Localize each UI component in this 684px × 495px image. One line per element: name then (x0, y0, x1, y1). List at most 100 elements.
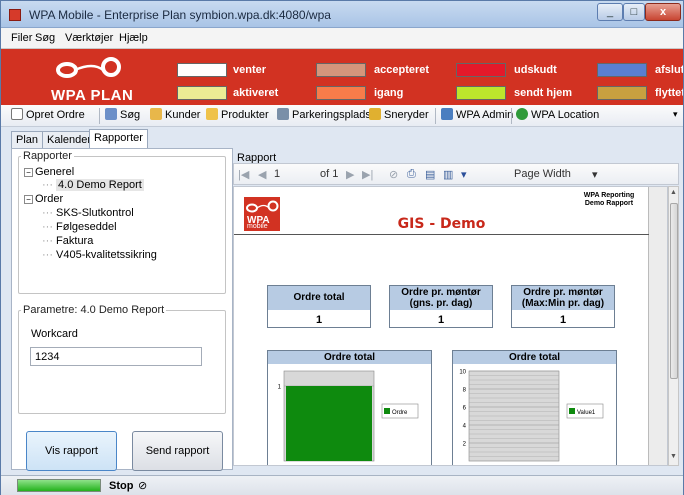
tree-item-foelgeseddel[interactable]: ··· Følgeseddel (42, 221, 117, 233)
legend-swatch-sendt-hjem (456, 86, 506, 100)
kpi-ordre-gns: Ordre pr. møntør (gns. pr. dag) 1 (389, 285, 493, 328)
parking-icon (277, 108, 289, 120)
scroll-down-icon[interactable]: ▼ (670, 453, 677, 460)
menu-hjaelp[interactable]: Hjælp (119, 32, 148, 44)
y-tick-label: 2 (463, 442, 467, 448)
workcard-input[interactable] (30, 347, 202, 366)
tree-item-v405[interactable]: ··· V405-kvalitetssikring (42, 249, 157, 261)
first-page-icon[interactable]: |◀ (238, 168, 249, 181)
kpi-title: Ordre pr. møntør (Max:Min pr. dag) (512, 286, 614, 310)
kpi-value: 1 (437, 314, 445, 326)
stop-icon[interactable]: ⊘ (389, 168, 398, 181)
tree-label-demo-report: 4.0 Demo Report (56, 179, 144, 191)
tab-rapporter[interactable]: Rapporter (89, 129, 148, 149)
vis-rapport-button[interactable]: Vis rapport (26, 431, 117, 471)
chart-title: Ordre total (453, 351, 616, 364)
close-button[interactable]: x (645, 3, 681, 21)
legend-label-accepteret: accepteret (374, 64, 430, 76)
tree-label-faktura: Faktura (56, 235, 94, 247)
print-icon[interactable]: ⎙ (407, 168, 416, 181)
export-icon[interactable]: ▾ (461, 168, 467, 181)
collapse-icon[interactable]: − (24, 195, 33, 204)
previous-page-icon[interactable]: ◀ (258, 168, 266, 181)
main-toolbar: Opret Ordre Søg Kunder Produkter Parkeri… (1, 105, 683, 127)
opret-ordre-button[interactable]: Opret Ordre (11, 108, 85, 121)
kpi-ordre-total: Ordre total 1 (267, 285, 371, 328)
menu-vaerktoejer[interactable]: Værktøjer (65, 32, 113, 44)
tree-label-foelgeseddel: Følgeseddel (56, 221, 117, 233)
wpa-location-label: WPA Location (531, 109, 600, 121)
tree-label-order: Order (35, 193, 64, 205)
current-page-field[interactable]: 1 (274, 168, 280, 180)
soeg-button[interactable]: Søg (105, 108, 140, 121)
stop-icon[interactable]: ⊘ (138, 479, 147, 492)
app-icon (9, 9, 21, 21)
tab-kalender[interactable]: Kalender (42, 131, 97, 148)
scrollbar-thumb[interactable] (670, 203, 678, 379)
report-page: WPA mobile GIS - Demo WPA Reporting Demo… (234, 187, 649, 465)
next-page-icon[interactable]: ▶ (346, 168, 354, 181)
wpa-admin-label: WPA Admin (456, 109, 514, 121)
report-header-right-1: WPA Reporting (583, 192, 635, 199)
chart-2: Ordre total 2 4 6 8 10 Value1 (452, 350, 617, 465)
stop-label[interactable]: Stop (109, 480, 133, 492)
report-vertical-scrollbar[interactable]: ▲ ▼ (668, 186, 679, 466)
legend-label: Value1 (577, 410, 596, 416)
kpi-title: Ordre total (268, 286, 370, 310)
tree-item-faktura[interactable]: ··· Faktura (42, 235, 93, 247)
send-rapport-button[interactable]: Send rapport (132, 431, 223, 471)
binoculars-icon (105, 108, 117, 120)
progress-bar (17, 479, 101, 492)
toolbar-overflow-icon[interactable]: ▾ (673, 109, 678, 120)
legend-swatch-venter (177, 63, 227, 77)
progress-fill (18, 480, 100, 491)
minimize-button[interactable]: _ (597, 3, 623, 21)
kpi-title: Ordre pr. møntør (gns. pr. dag) (390, 286, 492, 310)
legend-label-venter: venter (233, 64, 267, 76)
last-page-icon[interactable]: ▶| (362, 168, 373, 181)
bar (286, 386, 372, 461)
legend-label: Ordre (392, 410, 408, 416)
title-bar: WPA Mobile - Enterprise Plan symbion.wpa… (1, 1, 683, 28)
tree-node-order[interactable]: − Order (24, 193, 63, 205)
chart-1-svg: 1 Ordre (278, 370, 419, 462)
report-canvas: WPA mobile GIS - Demo WPA Reporting Demo… (233, 186, 668, 466)
y-tick-label: 8 (463, 388, 467, 394)
kunder-button[interactable]: Kunder (150, 108, 200, 121)
tree-label-v405: V405-kvalitetssikring (56, 249, 157, 261)
menu-soeg[interactable]: Søg (35, 32, 55, 44)
workcard-label: Workcard (31, 328, 78, 340)
parkeringsplads-button[interactable]: Parkeringsplads (277, 108, 371, 121)
wpa-logo-icon (56, 57, 121, 78)
tree-label-generel: Generel (35, 166, 75, 178)
zoom-select[interactable]: Page Width (514, 168, 571, 180)
tree-item-sks[interactable]: ··· SKS-Slutkontrol (42, 207, 134, 219)
wpa-plan-banner: WPA PLAN venter accepteret udskudt afslu… (1, 49, 683, 105)
legend-swatch-igang (316, 86, 366, 100)
maximize-button[interactable]: □ (623, 3, 645, 21)
tree-node-generel[interactable]: − Generel (24, 166, 74, 178)
page-setup-icon[interactable]: ▥ (443, 168, 453, 181)
zoom-dropdown-icon[interactable]: ▾ (592, 168, 598, 181)
wpa-location-button[interactable]: WPA Location (516, 108, 599, 121)
collapse-icon[interactable]: − (24, 168, 33, 177)
menu-filer[interactable]: Filer (11, 32, 32, 44)
soeg-label: Søg (120, 109, 141, 121)
users-icon (150, 108, 162, 120)
reports-sidebar: Rapporter − Generel ··· 4.0 Demo Report −… (11, 148, 233, 471)
scroll-up-icon[interactable]: ▲ (670, 189, 677, 196)
page-count-label: of 1 (320, 168, 339, 180)
wpa-admin-button[interactable]: WPA Admin (441, 108, 513, 121)
tree-item-demo-report[interactable]: ··· 4.0 Demo Report (42, 179, 144, 191)
y-tick-label: 6 (463, 406, 467, 412)
snow-plow-icon (369, 108, 381, 120)
parameters-group-label: Parametre: 4.0 Demo Report (21, 304, 167, 316)
sneryder-button[interactable]: Sneryder (369, 108, 429, 121)
produkter-button[interactable]: Produkter (206, 108, 269, 121)
toolbar-separator (435, 108, 436, 124)
tab-plan[interactable]: Plan (11, 131, 44, 148)
folder-icon (206, 108, 218, 120)
print-layout-icon[interactable]: ▤ (425, 168, 435, 181)
menu-bar: Filer Søg Værktøjer Hjælp (1, 28, 683, 49)
kpi-ordre-maxmin: Ordre pr. møntør (Max:Min pr. dag) 1 (511, 285, 615, 328)
